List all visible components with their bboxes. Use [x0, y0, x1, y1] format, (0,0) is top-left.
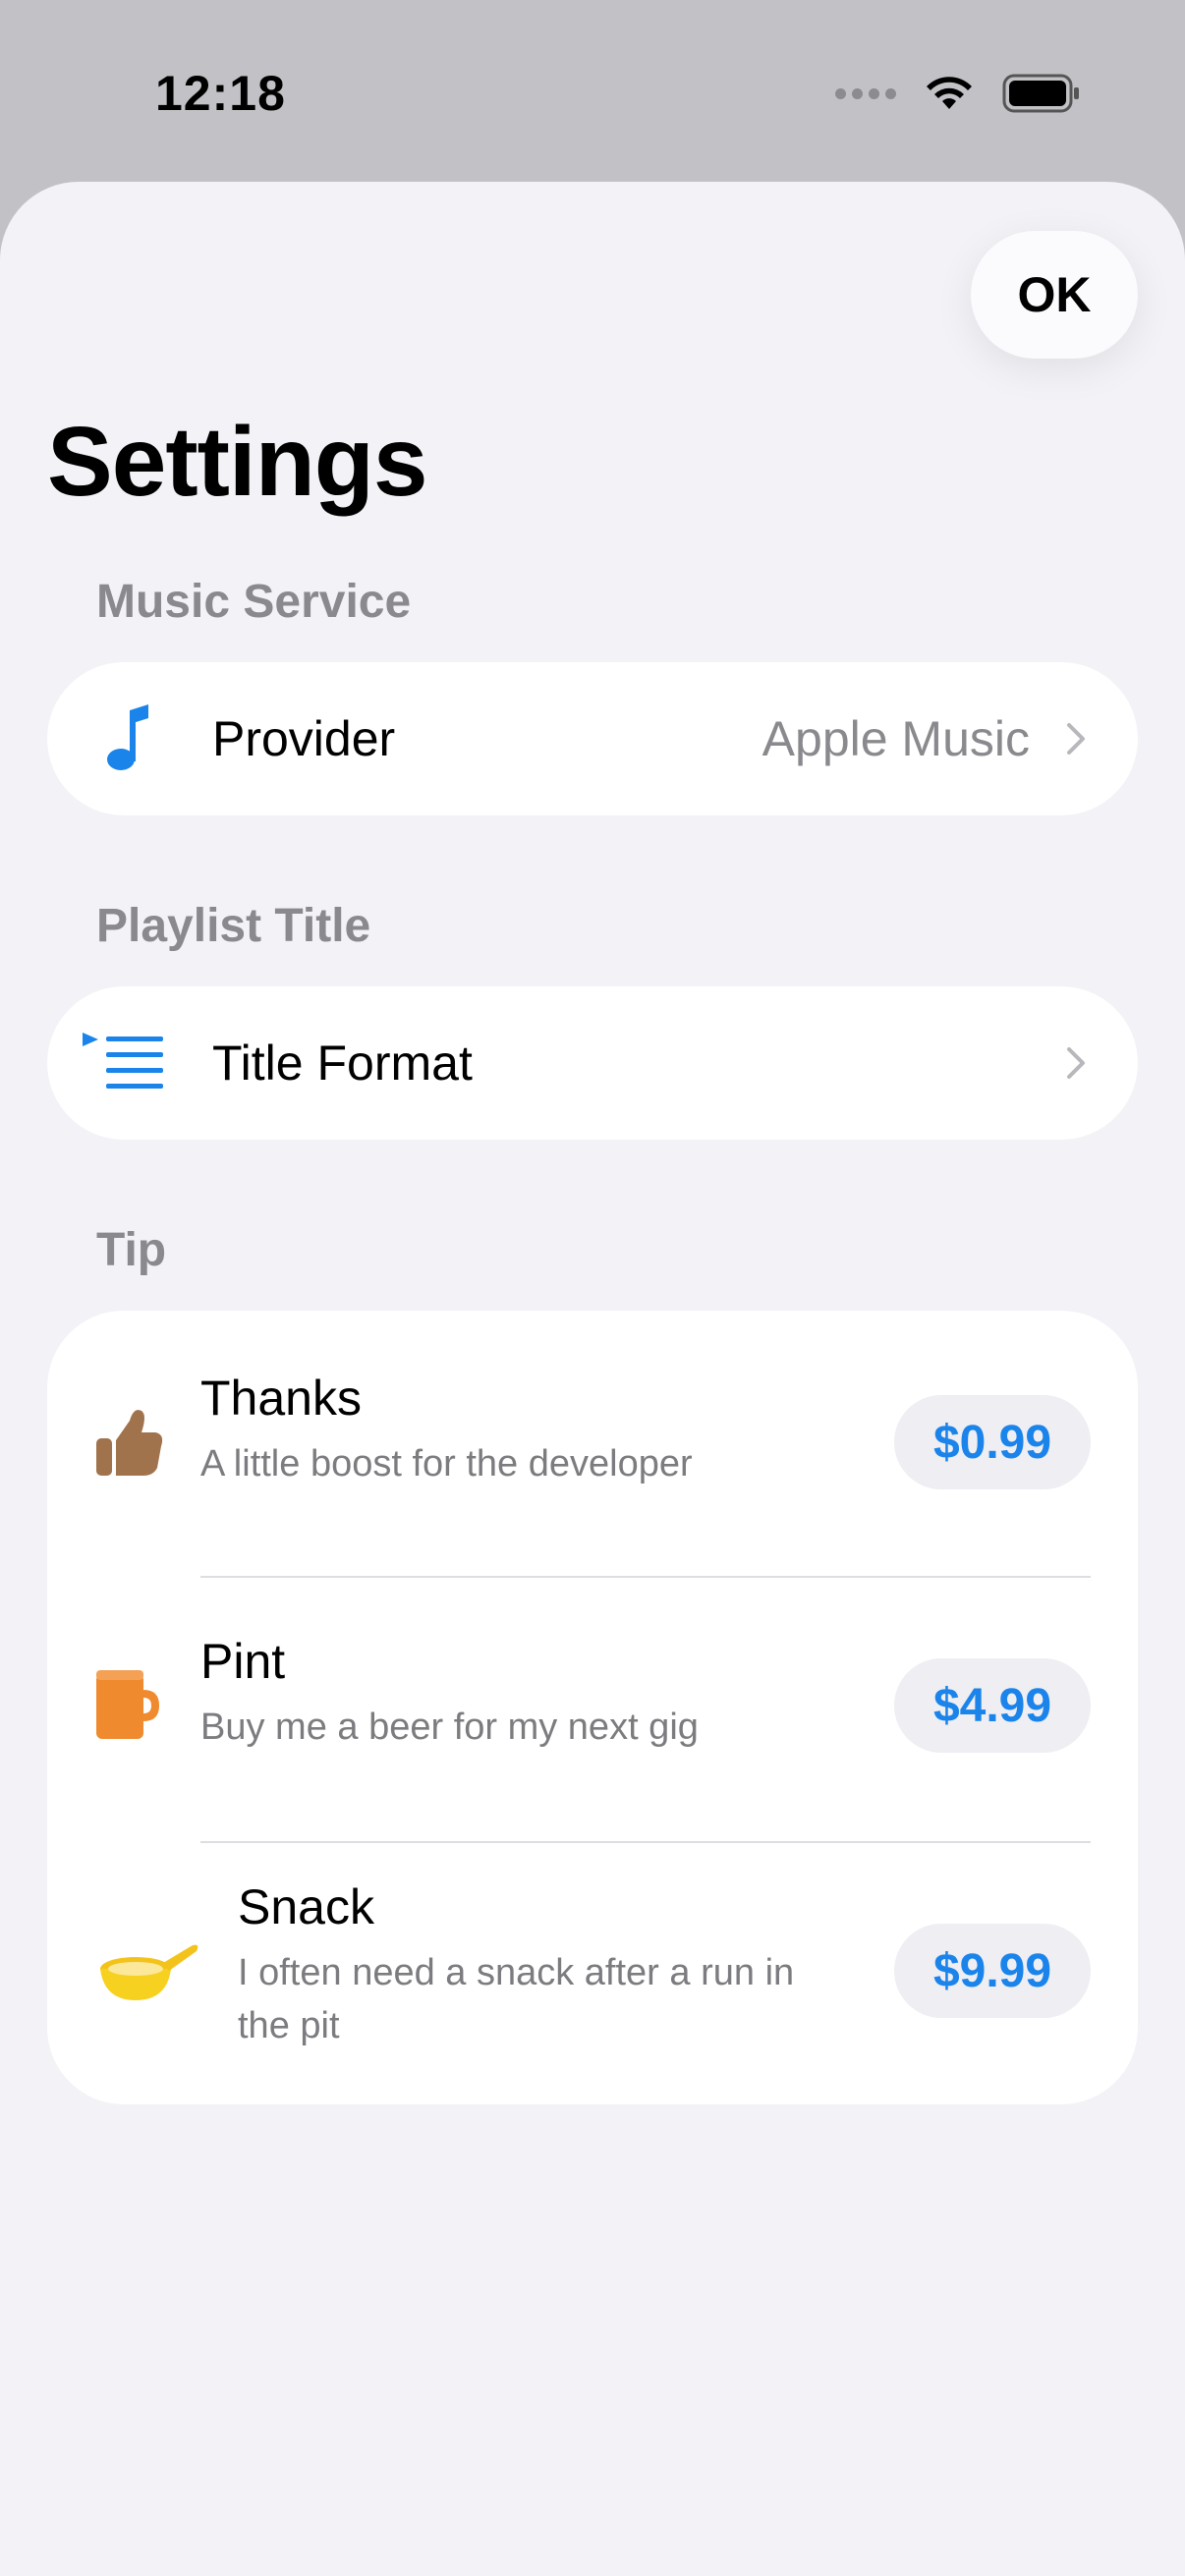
title-format-label: Title Format — [212, 1036, 473, 1091]
tip-description-line2: the pit — [238, 2005, 340, 2046]
tip-title: Pint — [200, 1634, 286, 1689]
title-format-row[interactable]: Title Format — [47, 986, 1138, 1140]
music-note-icon — [98, 704, 161, 773]
status-bar: 12:18 — [0, 0, 1185, 182]
tip-item-pint: Pint Buy me a beer for my next gig $4.99 — [47, 1578, 1138, 1841]
page-title: Settings — [47, 407, 427, 517]
cellular-signal-icon — [835, 87, 896, 99]
provider-label: Provider — [212, 711, 396, 766]
tip-group: Thanks A little boost for the developer … — [47, 1311, 1138, 2104]
bowl-icon — [100, 1944, 198, 2000]
tip-description: A little boost for the developer — [200, 1443, 693, 1484]
tip-item-snack: Snack I often need a snack after a run i… — [47, 1843, 1138, 2104]
buy-pint-button[interactable]: $4.99 — [894, 1658, 1091, 1753]
settings-sheet: OK Settings Music Service Provider Apple… — [0, 182, 1185, 2576]
chevron-right-icon — [1067, 1047, 1085, 1079]
list-icon — [83, 1029, 167, 1097]
provider-value: Apple Music — [762, 711, 1030, 766]
section-header-tip: Tip — [96, 1224, 167, 1276]
tip-description: Buy me a beer for my next gig — [200, 1707, 699, 1748]
tip-title: Snack — [238, 1879, 374, 1934]
status-icons — [835, 73, 1081, 114]
section-header-music-service: Music Service — [96, 576, 412, 628]
chevron-right-icon — [1067, 723, 1085, 755]
buy-snack-button[interactable]: $9.99 — [894, 1924, 1091, 2018]
thumbs-up-icon — [96, 1410, 163, 1476]
status-time: 12:18 — [155, 66, 286, 121]
provider-row[interactable]: Provider Apple Music — [47, 662, 1138, 815]
section-header-playlist-title: Playlist Title — [96, 900, 371, 952]
wifi-icon — [927, 77, 972, 109]
tip-item-thanks: Thanks A little boost for the developer … — [47, 1311, 1138, 1576]
music-service-group: Provider Apple Music — [47, 662, 1138, 815]
buy-thanks-button[interactable]: $0.99 — [894, 1395, 1091, 1489]
playlist-title-group: Title Format — [47, 986, 1138, 1140]
tip-description-line1: I often need a snack after a run in — [238, 1952, 795, 1993]
tip-title: Thanks — [200, 1371, 362, 1426]
ok-button[interactable]: OK — [971, 231, 1138, 359]
battery-icon — [1002, 74, 1079, 113]
mug-icon — [96, 1670, 159, 1739]
